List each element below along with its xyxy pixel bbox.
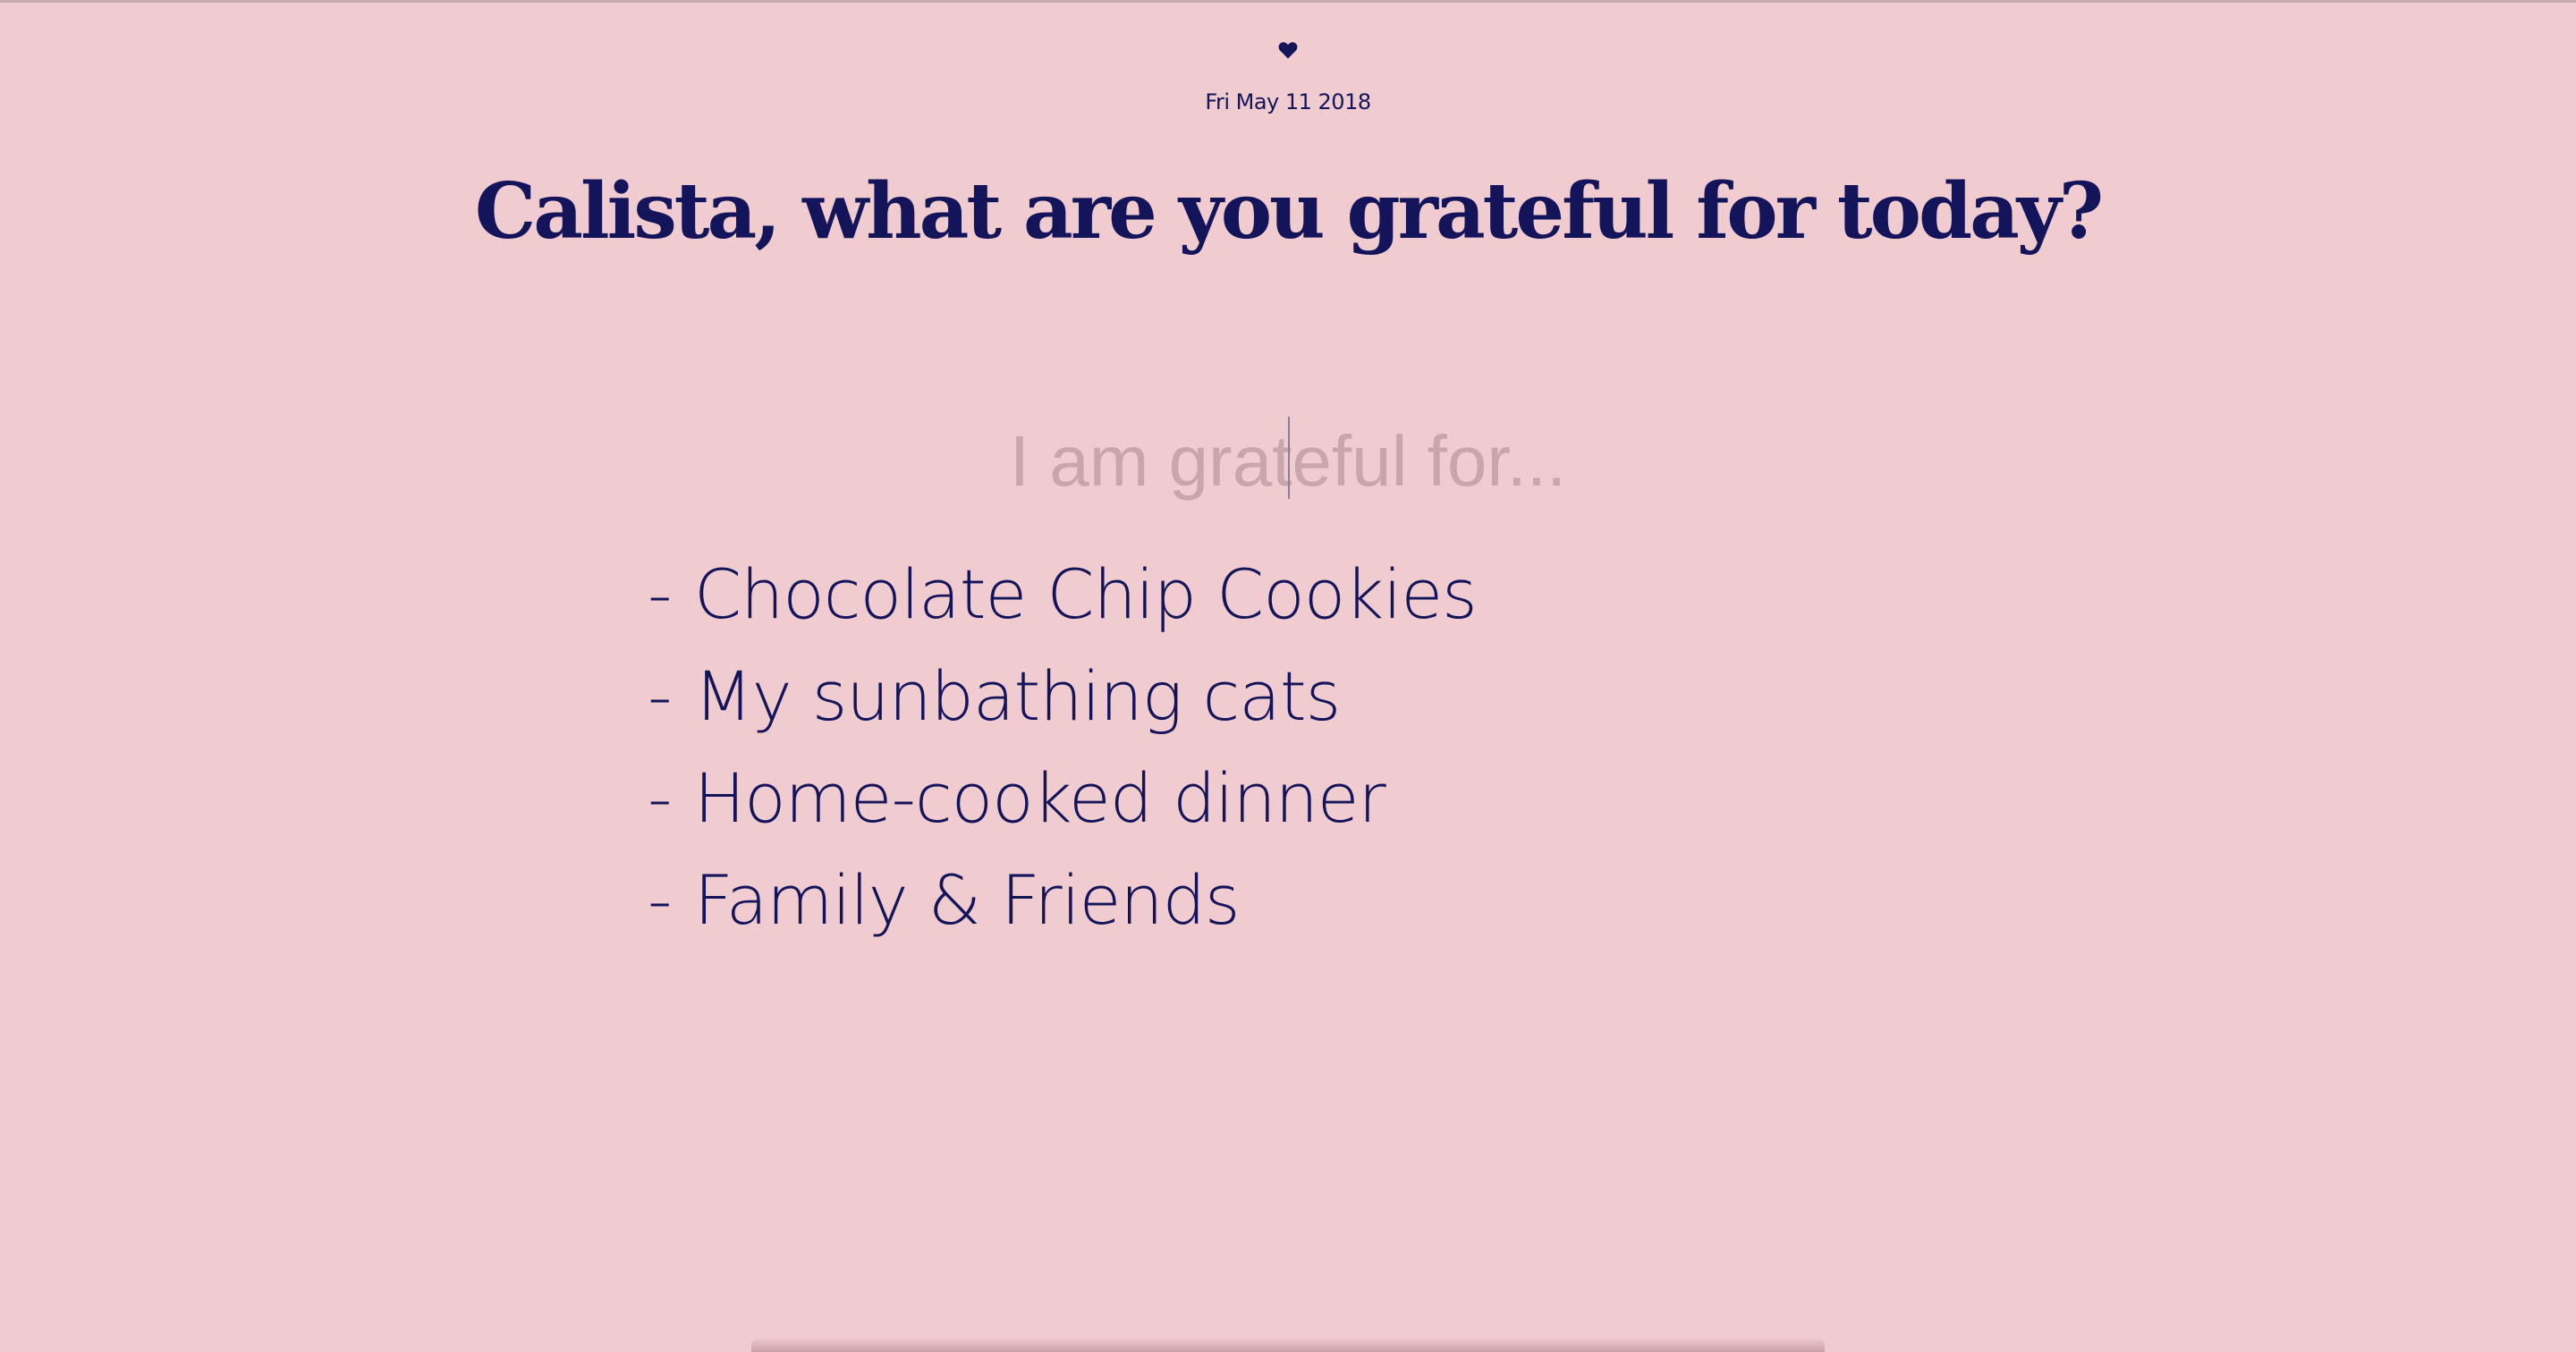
list-item-text: My sunbathing cats <box>694 656 1341 736</box>
list-item: - Family & Friends <box>648 849 1477 951</box>
list-item-text: Family & Friends <box>694 860 1240 940</box>
current-date: Fri May 11 2018 <box>1205 89 1371 114</box>
list-item-text: Chocolate Chip Cookies <box>694 554 1478 634</box>
list-bullet: - <box>648 656 672 736</box>
list-item: - Chocolate Chip Cookies <box>648 544 1478 646</box>
list-item-text: Home-cooked dinner <box>694 758 1386 838</box>
list-bullet: - <box>648 860 672 940</box>
list-item: - Home-cooked dinner <box>648 748 1477 849</box>
heart-icon-graphic <box>1278 42 1298 59</box>
gratitude-list: - Chocolate Chip Cookies - My sunbathing c… <box>648 544 1478 951</box>
page-title: Calista, what are you grateful for today… <box>474 166 2104 257</box>
heart-icon <box>1277 39 1299 61</box>
list-item: - My sunbathing cats <box>648 646 1477 748</box>
list-bullet: - <box>648 758 672 838</box>
window-top-edge <box>0 0 2576 3</box>
list-bullet: - <box>648 554 672 634</box>
bottom-panel-shadow <box>751 1338 1825 1352</box>
text-caret <box>1288 417 1290 499</box>
